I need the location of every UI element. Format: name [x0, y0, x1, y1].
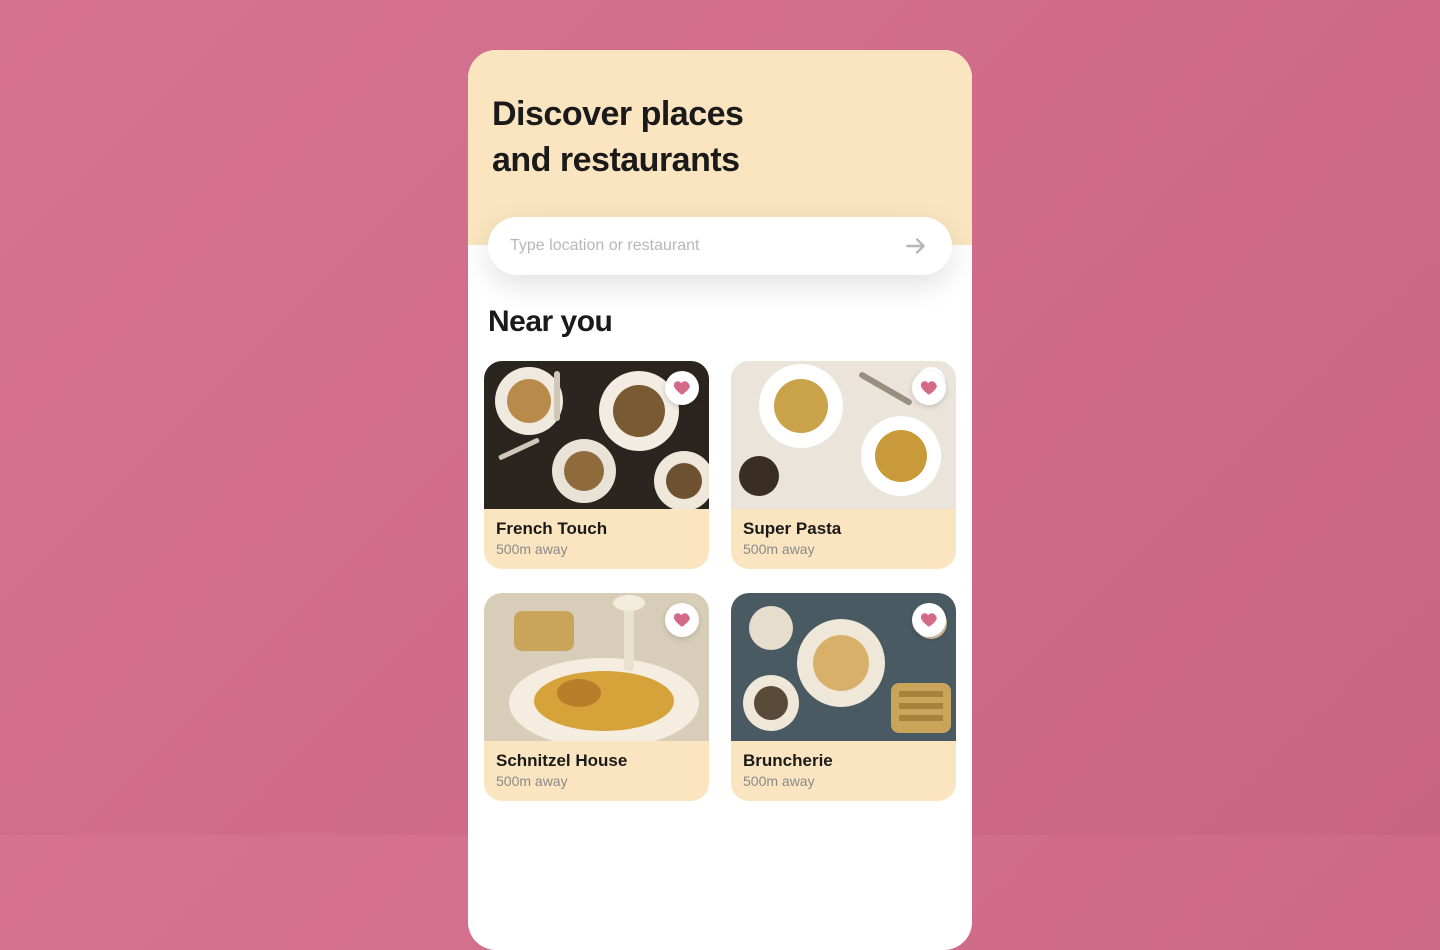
content-area: Near you French Touch 500m — [468, 245, 972, 801]
restaurant-card[interactable]: French Touch 500m away — [484, 361, 709, 569]
title-line-1: Discover places — [492, 95, 743, 133]
search-submit-button[interactable] — [898, 228, 934, 264]
app-screen: Discover places and restaurants Near you — [468, 50, 972, 950]
favorite-button[interactable] — [912, 603, 946, 637]
search-bar-container — [488, 217, 952, 275]
page-title: Discover places and restaurants — [492, 92, 948, 184]
favorite-button[interactable] — [665, 603, 699, 637]
search-bar[interactable] — [488, 217, 952, 275]
restaurant-card[interactable]: Schnitzel House 500m away — [484, 593, 709, 801]
restaurant-name: French Touch — [496, 519, 697, 539]
search-input[interactable] — [510, 237, 898, 255]
heart-icon — [920, 611, 938, 629]
heart-icon — [920, 379, 938, 397]
restaurant-card-body: Bruncherie 500m away — [731, 741, 956, 801]
near-you-heading: Near you — [488, 305, 956, 339]
restaurant-distance: 500m away — [743, 541, 944, 557]
title-line-2: and restaurants — [492, 141, 740, 179]
arrow-right-icon — [903, 233, 929, 259]
favorite-button[interactable] — [912, 371, 946, 405]
restaurant-grid: French Touch 500m away Supe — [484, 361, 956, 801]
restaurant-card[interactable]: Bruncherie 500m away — [731, 593, 956, 801]
restaurant-card-body: Schnitzel House 500m away — [484, 741, 709, 801]
restaurant-distance: 500m away — [496, 541, 697, 557]
restaurant-distance: 500m away — [743, 773, 944, 789]
restaurant-name: Schnitzel House — [496, 751, 697, 771]
restaurant-card-body: French Touch 500m away — [484, 509, 709, 569]
restaurant-name: Bruncherie — [743, 751, 944, 771]
hero-panel: Discover places and restaurants — [468, 50, 972, 245]
favorite-button[interactable] — [665, 371, 699, 405]
heart-icon — [673, 611, 691, 629]
restaurant-name: Super Pasta — [743, 519, 944, 539]
heart-icon — [673, 379, 691, 397]
restaurant-card[interactable]: Super Pasta 500m away — [731, 361, 956, 569]
restaurant-card-body: Super Pasta 500m away — [731, 509, 956, 569]
restaurant-distance: 500m away — [496, 773, 697, 789]
